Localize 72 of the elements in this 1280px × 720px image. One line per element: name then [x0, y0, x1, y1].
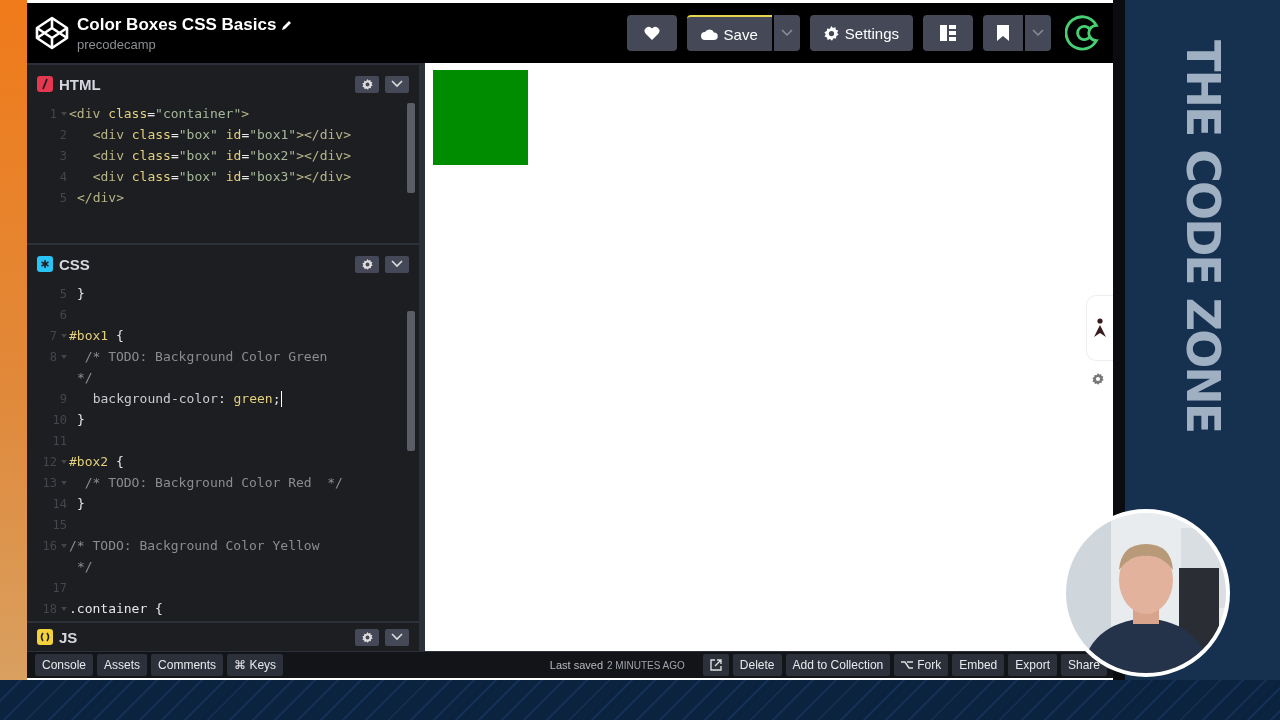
- layout-button[interactable]: [923, 15, 973, 51]
- bookmark-button[interactable]: [983, 15, 1023, 51]
- code-line: <div class="container">: [69, 106, 250, 121]
- code-line: }: [77, 496, 85, 511]
- footer-button[interactable]: Add to Collection: [785, 654, 891, 676]
- panel-title: HTML: [59, 75, 101, 93]
- code-line: */: [77, 559, 93, 574]
- external-link-icon: [709, 659, 722, 671]
- caret-icon: [1032, 29, 1044, 37]
- collapse-button[interactable]: [385, 255, 409, 273]
- pen-title: Color Boxes CSS Basics: [77, 14, 277, 35]
- settings-button[interactable]: Settings: [809, 15, 913, 51]
- collapse-button[interactable]: [385, 75, 409, 93]
- bookmark-icon: [997, 25, 1009, 41]
- code-line: <div class="box" id="box1"></div>: [91, 127, 351, 142]
- footer-button[interactable]: Comments: [151, 654, 224, 676]
- js-badge-icon: [37, 629, 53, 645]
- settings-button[interactable]: [355, 628, 379, 646]
- gear-icon: [361, 78, 373, 90]
- panel-title: CSS: [59, 255, 90, 273]
- external-link-button[interactable]: [702, 654, 729, 676]
- heart-icon: [643, 26, 660, 40]
- gear-icon: [823, 25, 839, 41]
- code-line: /* TODO: Background Color Red */: [83, 475, 343, 490]
- caret-icon: [780, 29, 793, 37]
- chevron-down-icon: [391, 633, 403, 641]
- code-line: /* TODO: Background Color Yellow: [69, 538, 320, 553]
- gear-icon: [361, 258, 373, 270]
- code-line: #box1 {: [69, 328, 124, 343]
- layout-icon: [940, 25, 956, 41]
- cube-logo-icon[interactable]: [35, 16, 69, 50]
- pencil-icon[interactable]: [281, 18, 294, 31]
- footer-button[interactable]: Embed: [952, 654, 1005, 676]
- cloud-icon: [700, 28, 718, 40]
- footer-button[interactable]: Delete: [732, 654, 782, 676]
- code-line: /* TODO: Background Color Green: [83, 349, 328, 364]
- footer-button[interactable]: Assets: [97, 654, 148, 676]
- code-line: .container {: [69, 601, 163, 616]
- html-badge-icon: [37, 76, 53, 92]
- code-line: </div>: [77, 190, 124, 205]
- code-line: background-color: green;: [91, 391, 281, 406]
- last-saved-text: Last saved: [549, 659, 604, 671]
- gear-icon: [361, 631, 373, 643]
- settings-button[interactable]: [355, 75, 379, 93]
- save-button[interactable]: Save: [686, 15, 772, 51]
- settings-button[interactable]: [355, 255, 379, 273]
- channel-name: THE CODE ZONE: [1179, 40, 1226, 433]
- chevron-down-icon: [391, 80, 403, 88]
- footer-button[interactable]: Export: [1008, 654, 1057, 676]
- saved-time: 2 MINUTES AGO: [607, 659, 685, 671]
- author-name[interactable]: precodecamp: [77, 36, 294, 52]
- heart-button[interactable]: [626, 15, 677, 51]
- code-line: <div class="box" id="box2"></div>: [91, 148, 351, 163]
- code-line: <div class="box" id="box3"></div>: [91, 169, 351, 184]
- pin-figure-icon: [1093, 318, 1107, 338]
- panel-title: JS: [59, 628, 78, 646]
- side-widget[interactable]: [1086, 295, 1113, 361]
- code-line: }: [77, 286, 85, 301]
- settings-icon[interactable]: [1092, 373, 1104, 385]
- code-line: }: [77, 412, 85, 427]
- footer-button[interactable]: Console: [35, 654, 94, 676]
- code-line: #box2 {: [69, 454, 124, 469]
- collapse-button[interactable]: [385, 628, 409, 646]
- css-badge-icon: [37, 256, 53, 272]
- footer-button[interactable]: ⌘ Keys: [227, 654, 284, 676]
- code-line: */: [77, 370, 93, 385]
- scrollbar[interactable]: [407, 103, 415, 193]
- fork-icon: [901, 660, 914, 670]
- scrollbar[interactable]: [407, 311, 415, 451]
- chevron-down-icon: [391, 260, 403, 268]
- fork-button[interactable]: Fork: [894, 654, 949, 676]
- caret-button[interactable]: [773, 15, 800, 51]
